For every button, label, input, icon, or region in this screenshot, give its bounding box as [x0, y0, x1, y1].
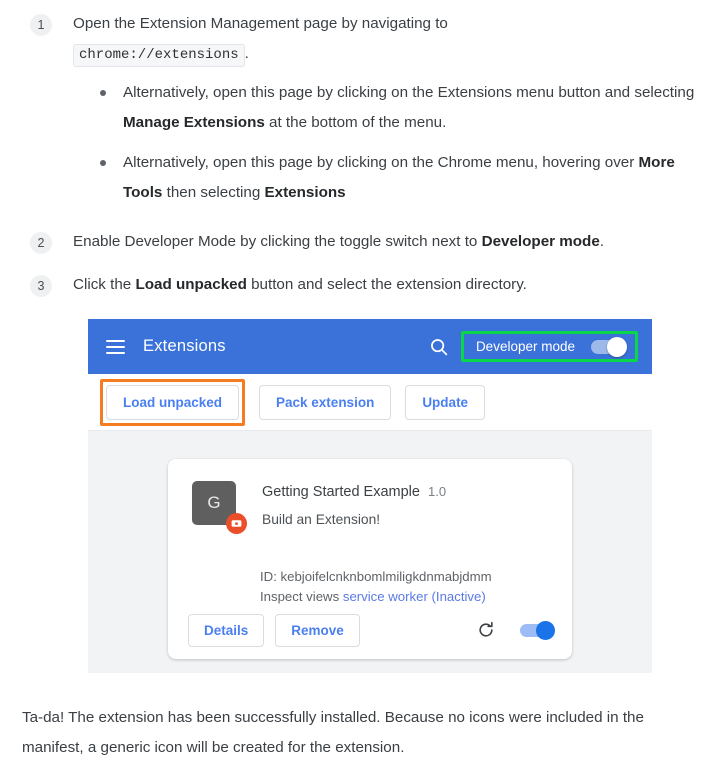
- step-3-part2: button and select the extension director…: [246, 276, 527, 293]
- page-title: Extensions: [143, 337, 226, 355]
- extension-id: ID: kebjoifelcnknbomlmiligkdnmabjdmm: [260, 569, 492, 584]
- pack-extension-button[interactable]: Pack extension: [259, 384, 392, 420]
- substep-manage-extensions: Alternatively, open this page by clickin…: [73, 78, 710, 138]
- extension-card-footer: Details Remove: [168, 601, 572, 659]
- bullet-icon: [100, 90, 106, 96]
- substep-2-part2: then selecting: [162, 184, 265, 201]
- update-button[interactable]: Update: [405, 384, 486, 420]
- extension-name: Getting Started Example: [262, 484, 420, 500]
- instruction-list: 1 Open the Extension Management page by …: [0, 0, 710, 300]
- step-3: 3 Click the Load unpacked button and sel…: [0, 261, 710, 300]
- load-unpacked-button[interactable]: Load unpacked: [106, 384, 240, 420]
- step-number: 2: [30, 232, 52, 254]
- chrome-extensions-screenshot: Extensions Developer mode Load unpacked …: [88, 319, 652, 673]
- step-2-part2: .: [599, 233, 605, 250]
- header-right-group: Developer mode: [428, 331, 638, 362]
- substep-1-part1: Alternatively, open this page by clickin…: [123, 84, 695, 101]
- step-1-period: .: [244, 45, 249, 62]
- step-1-line1: Open the Extension Management page by na…: [73, 15, 448, 32]
- extension-card[interactable]: G Getting Started Example 1.0 Build an Ex…: [168, 459, 572, 659]
- closing-paragraph: Ta-da! The extension has been successful…: [22, 709, 644, 756]
- search-icon[interactable]: [428, 336, 450, 358]
- step-2: 2 Enable Developer Mode by clicking the …: [0, 218, 710, 257]
- step-3-bold: Load unpacked: [135, 276, 247, 293]
- step-1-text: Open the Extension Management page by na…: [73, 0, 710, 208]
- details-button[interactable]: Details: [188, 613, 265, 647]
- extension-icon-wrapper: G: [192, 481, 247, 534]
- unpacked-extension-badge-icon: [226, 513, 247, 534]
- substep-more-tools: Alternatively, open this page by clickin…: [73, 148, 710, 208]
- step-number: 1: [30, 14, 52, 36]
- extension-card-top: G Getting Started Example 1.0 Build an Ex…: [168, 459, 572, 534]
- extension-card-meta: Getting Started Example 1.0 Build an Exte…: [262, 481, 446, 529]
- load-unpacked-highlight-box: Load unpacked: [100, 378, 246, 426]
- extensions-toolbar: Load unpacked Pack extension Update: [88, 374, 652, 431]
- substep-1-bold: Manage Extensions: [123, 114, 265, 131]
- footer-right-group: [476, 620, 555, 640]
- extension-version: 1.0: [427, 484, 447, 499]
- developer-mode-toggle[interactable]: [591, 336, 627, 357]
- step-3-part1: Click the: [73, 276, 136, 293]
- chrome-extensions-url-code: chrome://extensions: [73, 44, 245, 67]
- extension-title-row: Getting Started Example 1.0: [262, 483, 446, 501]
- step-2-part1: Enable Developer Mode by clicking the to…: [73, 233, 482, 250]
- remove-button[interactable]: Remove: [275, 613, 360, 647]
- step-2-bold: Developer mode: [481, 233, 600, 250]
- substep-1-part2: at the bottom of the menu.: [264, 114, 447, 131]
- step-1-sublist: Alternatively, open this page by clickin…: [73, 78, 710, 208]
- developer-mode-label: Developer mode: [475, 339, 575, 354]
- bullet-icon: [100, 160, 106, 166]
- step-1: 1 Open the Extension Management page by …: [0, 0, 710, 208]
- substep-2-bold2: Extensions: [264, 184, 346, 201]
- extensions-page-header: Extensions Developer mode: [88, 319, 652, 374]
- step-number: 3: [30, 275, 52, 297]
- hamburger-icon[interactable]: [106, 339, 125, 354]
- extension-enabled-toggle[interactable]: [520, 620, 555, 640]
- developer-mode-highlight-box: Developer mode: [460, 331, 638, 362]
- reload-icon[interactable]: [476, 620, 496, 640]
- badge-glyph-icon: [231, 520, 242, 527]
- substep-2-part1: Alternatively, open this page by clickin…: [123, 154, 639, 171]
- step-2-text: Enable Developer Mode by clicking the to…: [73, 218, 710, 257]
- extensions-list-area: G Getting Started Example 1.0 Build an Ex…: [88, 431, 652, 659]
- extension-description: Build an Extension!: [262, 512, 381, 527]
- step-3-text: Click the Load unpacked button and selec…: [73, 261, 710, 300]
